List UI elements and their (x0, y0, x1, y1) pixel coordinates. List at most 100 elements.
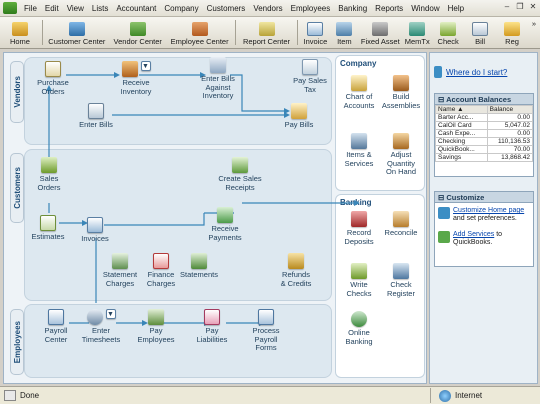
reconcile-node[interactable]: Reconcile (380, 211, 422, 238)
enter-timesheets-node[interactable]: ▼ Enter Timesheets (74, 309, 128, 344)
customize-box: ⊟ Customize Customize Home page and set … (434, 191, 534, 267)
chevron-right-icon: » (531, 19, 537, 28)
balance-column-header[interactable]: Balance (486, 105, 534, 114)
table-row[interactable]: CalOil Card 5,047.02 (435, 121, 534, 130)
receive-payments-icon (217, 207, 233, 223)
menu-window[interactable]: Window (407, 4, 443, 13)
menu-banking[interactable]: Banking (334, 4, 371, 13)
create-sales-receipts-node[interactable]: Create Sales Receipts (214, 157, 266, 192)
add-services-link[interactable]: Add Services (453, 231, 494, 238)
pay-employees-node[interactable]: Pay Employees (136, 309, 176, 344)
collapse-icon[interactable]: ⊟ (438, 95, 444, 104)
menu-help[interactable]: Help (444, 4, 468, 13)
enter-bills-against-inventory-node[interactable]: Enter Bills Against Inventory (194, 57, 242, 101)
account-balances-header[interactable]: ⊟ Account Balances (435, 94, 533, 105)
zone-indicator: Internet (430, 388, 540, 403)
pay-employees-icon (148, 309, 164, 325)
customer-center-button[interactable]: Customer Center (45, 17, 109, 48)
estimates-node[interactable]: Estimates (30, 215, 66, 242)
adjust-quantity-node[interactable]: Adjust Quantity On Hand (380, 133, 422, 177)
home-button[interactable]: Home (0, 17, 40, 48)
employees-tab[interactable]: Employees (10, 309, 24, 375)
menu-bar: File Edit View Lists Accountant Company … (0, 0, 540, 17)
payroll-center-node[interactable]: Payroll Center (38, 309, 74, 344)
menu-vendors[interactable]: Vendors (249, 4, 286, 13)
receive-inventory-node[interactable]: ▼ Receive Inventory (112, 61, 160, 96)
check-button[interactable]: Check (432, 17, 464, 48)
customize-header[interactable]: ⊟ Customize (435, 192, 533, 203)
write-checks-icon (351, 263, 367, 279)
pay-sales-tax-node[interactable]: Pay Sales Tax (292, 59, 328, 94)
pay-bills-node[interactable]: Pay Bills (282, 103, 316, 130)
employee-center-button[interactable]: Employee Center (167, 17, 233, 48)
items-services-node[interactable]: Items & Services (340, 133, 378, 168)
menu-customers[interactable]: Customers (203, 4, 250, 13)
table-row[interactable]: Barter Acc... 0.00 (435, 113, 534, 122)
bill-button[interactable]: Bill (464, 17, 496, 48)
invoices-node[interactable]: Invoices (78, 217, 112, 244)
statement-charges-node[interactable]: Statement Charges (102, 253, 138, 288)
timesheets-icon (86, 309, 103, 325)
menu-company[interactable]: Company (160, 4, 202, 13)
write-checks-node[interactable]: Write Checks (340, 263, 378, 298)
where-start-link[interactable]: Where do I start? (446, 68, 507, 77)
table-row[interactable]: QuickBook... 70.00 (435, 145, 534, 154)
item-icon (336, 22, 353, 36)
customize-home-link[interactable]: Customize Home page (453, 207, 524, 214)
report-center-button[interactable]: Report Center (238, 17, 296, 48)
sales-orders-node[interactable]: Sales Orders (34, 157, 64, 192)
vendors-tab[interactable]: Vendors (10, 61, 24, 123)
icon-toolbar: Home Customer Center Vendor Center Emplo… (0, 17, 540, 49)
menu-employees[interactable]: Employees (287, 4, 335, 13)
menu-reports[interactable]: Reports (371, 4, 407, 13)
table-row[interactable]: Savings 13,868.42 (435, 153, 534, 162)
chevron-down-icon[interactable]: ▼ (105, 309, 116, 319)
name-column-header[interactable]: Name ▲ (435, 105, 488, 114)
build-assemblies-node[interactable]: Build Assemblies (380, 75, 422, 110)
app-icon[interactable] (3, 2, 17, 14)
account-name: Savings (435, 153, 488, 162)
fixed-asset-button[interactable]: Fixed Asset (358, 17, 402, 48)
item-button[interactable]: Item (330, 17, 358, 48)
enter-bills-node[interactable]: Enter Bills (76, 103, 116, 130)
reg-button[interactable]: Reg (496, 17, 528, 48)
customize-icon (438, 207, 450, 219)
zone-text: Internet (455, 391, 483, 400)
menu-view[interactable]: View (63, 4, 88, 13)
customer-center-icon (68, 22, 85, 36)
chart-of-accounts-node[interactable]: Chart of Accounts (340, 75, 378, 110)
invoices-icon (87, 217, 103, 233)
statements-node[interactable]: Statements (178, 253, 220, 280)
table-row[interactable]: Checking 110,136.53 (435, 137, 534, 146)
vendors-tab-label: Vendors (12, 76, 22, 108)
refunds-credits-node[interactable]: Refunds & Credits (276, 253, 316, 288)
chevron-down-icon[interactable]: ▼ (140, 61, 151, 71)
menu-file[interactable]: File (20, 4, 41, 13)
process-payroll-forms-node[interactable]: Process Payroll Forms (246, 309, 286, 353)
vendor-center-button[interactable]: Vendor Center (109, 17, 167, 48)
menu-lists[interactable]: Lists (88, 4, 112, 13)
online-banking-node[interactable]: Online Banking (340, 311, 378, 346)
menu-edit[interactable]: Edit (41, 4, 63, 13)
enter-timesheets-label: Enter Timesheets (81, 326, 121, 344)
minimize-icon[interactable]: – (502, 2, 512, 12)
add-services-row: Add Services to QuickBooks. (435, 223, 533, 247)
toolbar-overflow[interactable]: » (528, 17, 540, 48)
purchase-orders-node[interactable]: Purchase Orders (32, 61, 74, 96)
customers-tab[interactable]: Customers (10, 153, 24, 223)
adjust-quantity-label: Adjust Quantity On Hand (385, 150, 417, 176)
invoice-button[interactable]: Invoice (300, 17, 330, 48)
receive-inventory-icons: ▼ (121, 61, 151, 79)
restore-icon[interactable]: ❐ (515, 2, 525, 12)
status-bar: Done Internet (0, 386, 540, 404)
check-register-node[interactable]: Check Register (380, 263, 422, 298)
memtx-button[interactable]: MemTx (402, 17, 432, 48)
receive-payments-node[interactable]: Receive Payments (204, 207, 246, 242)
menu-accountant[interactable]: Accountant (112, 4, 160, 13)
close-icon[interactable]: ✕ (528, 2, 538, 12)
table-row[interactable]: Cash Expe... 0.00 (435, 129, 534, 138)
pay-liabilities-node[interactable]: Pay Liabilities (192, 309, 232, 344)
record-deposits-node[interactable]: Record Deposits (340, 211, 378, 246)
finance-charges-node[interactable]: Finance Charges (144, 253, 178, 288)
collapse-icon[interactable]: ⊟ (438, 193, 444, 202)
